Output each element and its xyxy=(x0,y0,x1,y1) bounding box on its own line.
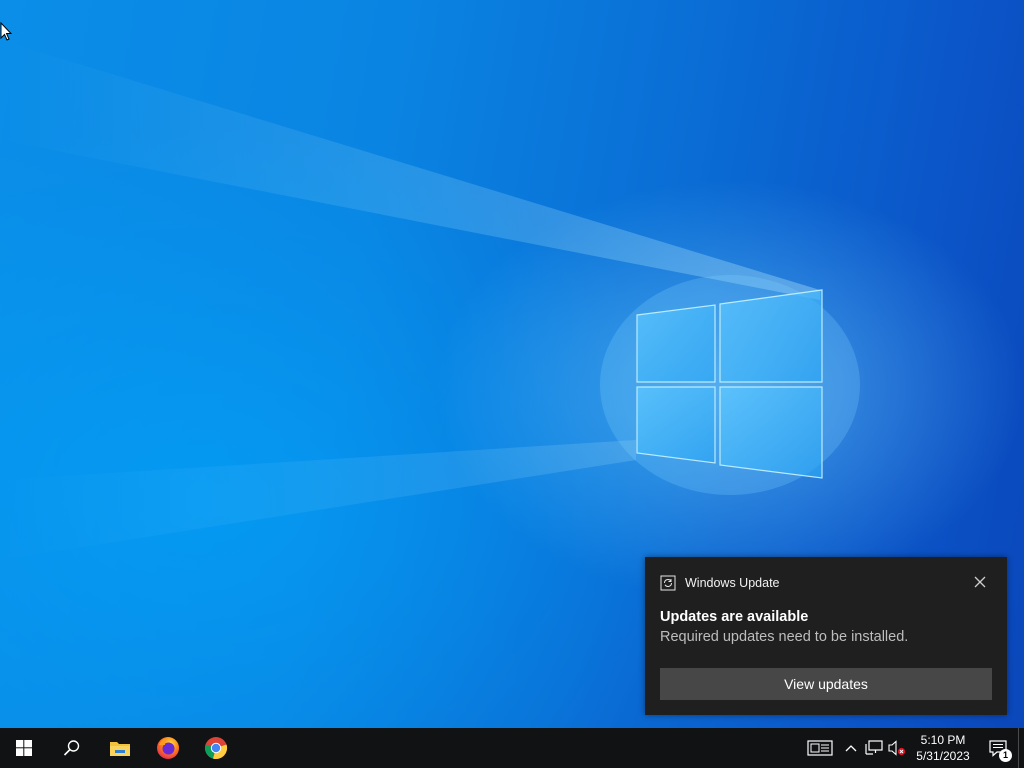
network-button[interactable] xyxy=(862,728,886,768)
notification-title: Updates are available xyxy=(660,609,809,625)
network-icon xyxy=(865,740,883,755)
windows-update-notification[interactable]: Windows Update Updates are available Req… xyxy=(645,557,1007,715)
firefox-icon xyxy=(157,737,179,759)
windows-update-icon xyxy=(660,575,676,591)
show-hidden-icons-button[interactable] xyxy=(840,728,862,768)
firefox-button[interactable] xyxy=(144,728,192,768)
clock-time: 5:10 PM xyxy=(920,733,966,747)
clock-date: 5/31/2023 xyxy=(916,749,970,763)
file-explorer-button[interactable] xyxy=(96,728,144,768)
chrome-button[interactable] xyxy=(192,728,240,768)
news-interests-button[interactable] xyxy=(800,728,840,768)
taskbar: 5:10 PM 5/31/2023 1 xyxy=(0,728,1024,768)
show-desktop-button[interactable] xyxy=(1018,728,1024,768)
start-button[interactable] xyxy=(0,728,48,768)
search-icon xyxy=(63,740,80,756)
close-icon[interactable] xyxy=(973,575,987,589)
clock[interactable]: 5:10 PM 5/31/2023 xyxy=(908,728,978,768)
system-tray: 5:10 PM 5/31/2023 1 xyxy=(800,728,1024,768)
notification-app-name: Windows Update xyxy=(685,576,780,590)
notification-header: Windows Update xyxy=(660,575,780,591)
windows-logo-icon xyxy=(16,740,32,756)
view-updates-button[interactable]: View updates xyxy=(660,668,992,700)
chevron-up-icon xyxy=(845,745,857,752)
mouse-cursor-icon xyxy=(0,22,12,41)
search-button[interactable] xyxy=(48,728,96,768)
volume-button[interactable] xyxy=(886,728,908,768)
notification-body: Required updates need to be installed. xyxy=(660,629,909,645)
news-icon xyxy=(807,740,833,756)
action-center-button[interactable]: 1 xyxy=(978,728,1018,768)
volume-muted-icon xyxy=(888,740,906,756)
chrome-icon xyxy=(204,737,228,760)
folder-icon xyxy=(110,742,130,756)
notification-count-badge: 1 xyxy=(999,749,1012,762)
